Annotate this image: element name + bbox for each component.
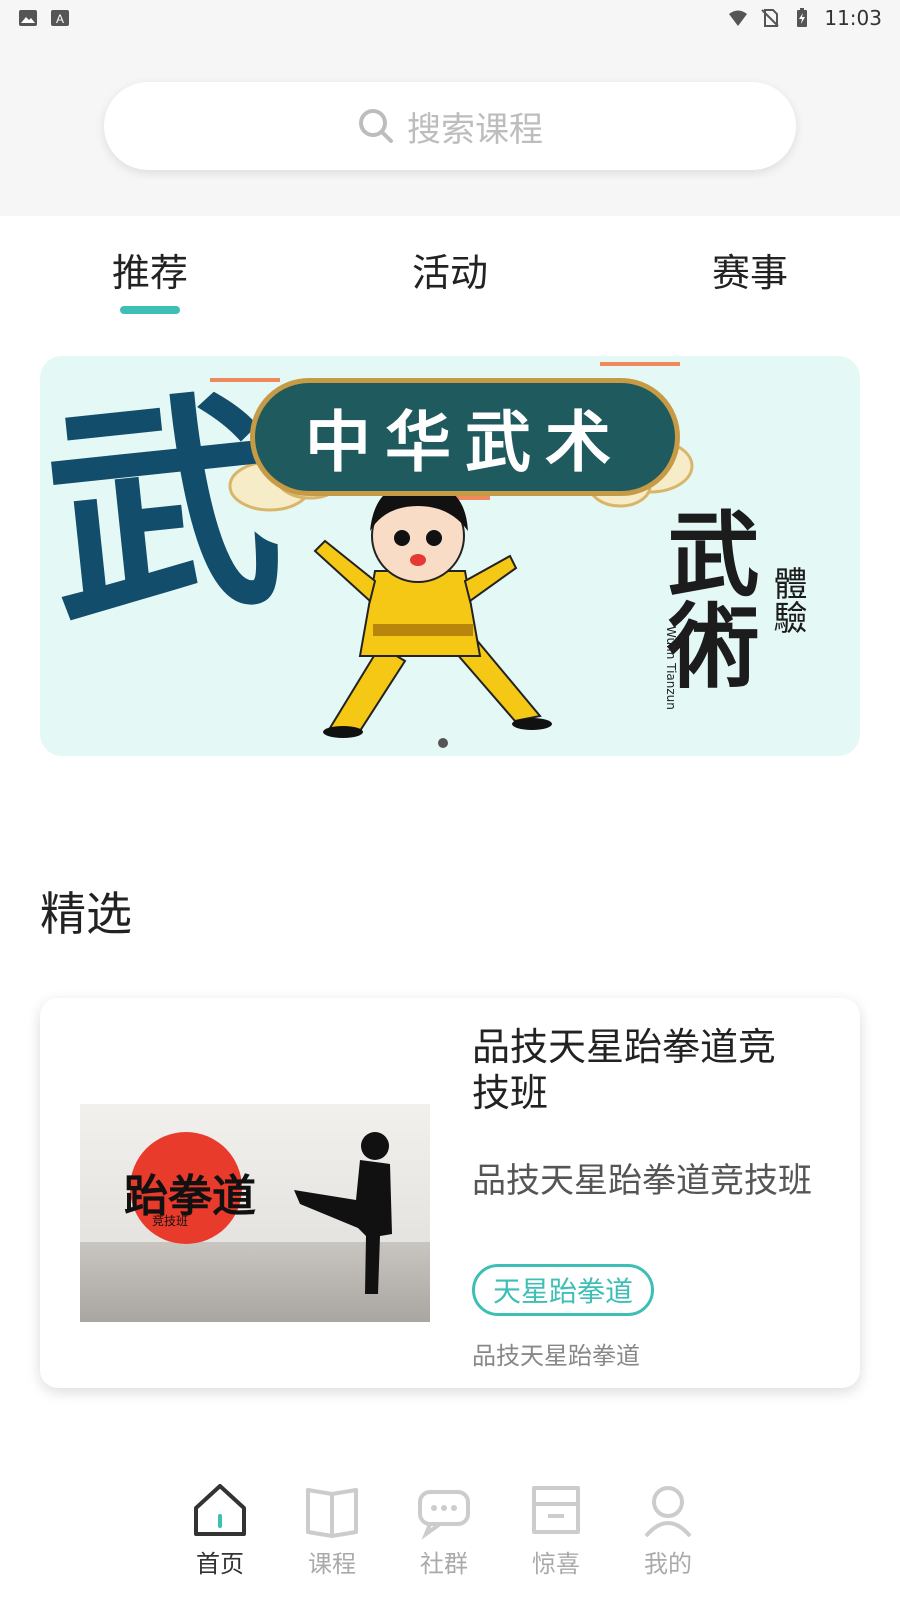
font-icon: A [51,10,69,26]
course-thumbnail: 跆拳道 竞技班 [80,1104,430,1322]
home-icon [194,1484,246,1536]
course-footer: 品技天星跆拳道 [472,1342,640,1370]
nav-surprise[interactable]: 惊喜 [506,1480,606,1579]
tab-recommend[interactable]: 推荐 [70,242,230,297]
tab-indicator [120,306,180,314]
nav-community-label: 社群 [420,1550,468,1578]
status-time: 11:03 [824,6,882,30]
course-tag[interactable]: 天星跆拳道 [472,1264,655,1316]
nav-courses[interactable]: 课程 [282,1480,382,1579]
thumb-subtitle: 竞技班 [152,1214,189,1228]
thumb-title: 跆拳道 [124,1171,256,1222]
banner-side-en: Wulin Tianzun [664,626,678,710]
status-bar: A 11:03 [0,0,900,36]
nav-profile[interactable]: 我的 [618,1480,718,1579]
book-icon [306,1488,358,1538]
search-placeholder: 搜索课程 [407,109,543,150]
section-title: 精选 [40,887,132,941]
header: 搜索课程 [0,36,900,216]
svg-text:A: A [56,12,64,26]
search-input[interactable]: 搜索课程 [104,82,796,170]
search-icon [359,109,393,143]
banner-carousel[interactable]: 武 中华武术 武術 體驗 Wulin Tianzun [40,356,860,756]
tab-activity[interactable]: 活动 [370,242,530,297]
no-sim-icon [761,9,780,27]
bottom-nav: 首页 课程 社群 惊喜 我的 [0,1470,900,1600]
nav-community[interactable]: 社群 [394,1480,494,1579]
chat-icon [418,1490,470,1540]
image-icon [19,10,37,26]
banner-side-text: 武術 體驗 Wulin Tianzun [652,506,820,726]
course-description: 品技天星跆拳道竞技班 [472,1161,812,1201]
profile-icon [644,1486,692,1538]
carousel-dot[interactable] [438,738,448,748]
status-left: A [18,8,70,28]
battery-charging-icon [797,8,808,27]
store-icon [532,1486,580,1534]
nav-home-label: 首页 [196,1550,244,1578]
tab-bar: 推荐 活动 赛事 [0,216,900,326]
kungfu-character [313,483,552,738]
banner-side-sub: 體驗 [767,566,807,634]
nav-home[interactable]: 首页 [170,1480,270,1579]
status-right: 11:03 [728,6,882,30]
nav-profile-label: 我的 [644,1550,692,1578]
wifi-icon [729,10,748,26]
course-title: 品技天星跆拳道竞技班 [472,1025,777,1115]
kick-silhouette [294,1132,392,1294]
banner-title: 中华武术 [250,378,680,496]
nav-courses-label: 课程 [308,1550,356,1578]
tab-competition[interactable]: 赛事 [670,242,830,297]
nav-surprise-label: 惊喜 [532,1550,580,1578]
course-card[interactable]: 跆拳道 竞技班 品技天星跆拳道竞技班 品技天星跆拳道竞技班 天星跆拳道 品技天星… [40,998,860,1388]
